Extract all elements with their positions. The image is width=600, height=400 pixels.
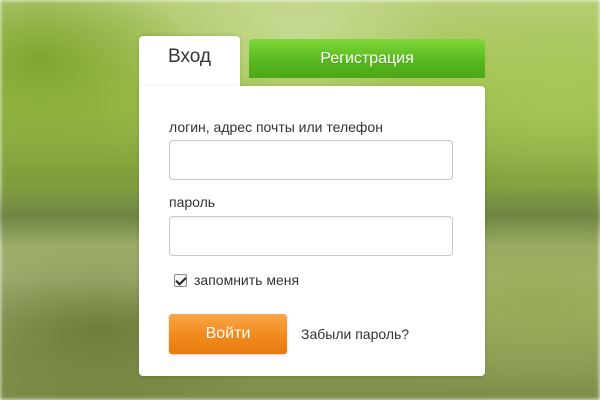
login-form: логин, адрес почты или телефон пароль за… <box>139 86 485 376</box>
login-panel: Вход Регистрация логин, адрес почты или … <box>139 36 485 376</box>
tab-login[interactable]: Вход <box>139 36 240 88</box>
remember-checkbox[interactable] <box>174 273 187 287</box>
login-input[interactable] <box>169 140 453 180</box>
tab-login-label: Вход <box>168 46 211 67</box>
tab-register-label: Регистрация <box>320 49 414 67</box>
login-button[interactable]: Войти <box>169 314 287 354</box>
login-field-label: логин, адрес почты или телефон <box>169 119 383 135</box>
tab-register[interactable]: Регистрация <box>249 39 485 78</box>
password-field-label: пароль <box>169 194 216 210</box>
forgot-password-link[interactable]: Забыли пароль? <box>301 326 409 342</box>
remember-label: запомнить меня <box>194 272 300 288</box>
password-input[interactable] <box>169 216 453 256</box>
remember-me[interactable]: запомнить меня <box>174 272 299 288</box>
